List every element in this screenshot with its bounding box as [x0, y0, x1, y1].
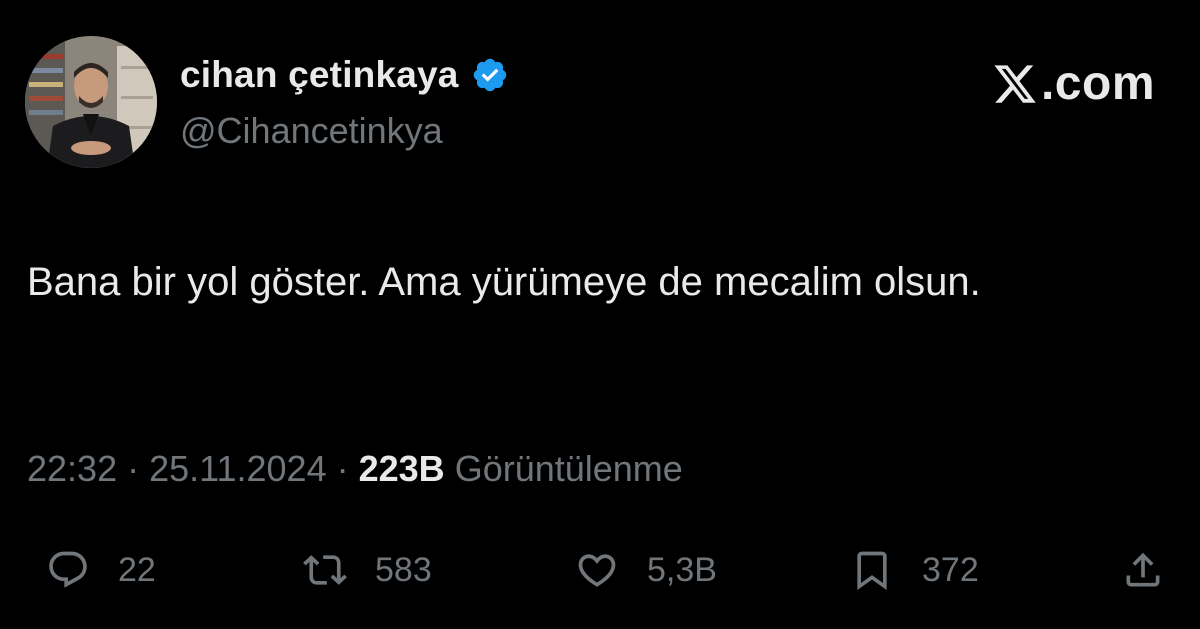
user-name-row: cihan çetinkaya	[180, 52, 509, 98]
reply-icon	[49, 551, 87, 588]
repost-count: 583	[375, 550, 432, 589]
brand-logo: .com	[991, 56, 1155, 111]
display-name[interactable]: cihan çetinkaya	[180, 54, 459, 96]
repost-button[interactable]: 583	[303, 540, 432, 600]
verified-badge-icon	[473, 58, 506, 92]
user-handle[interactable]: @Cihancetinkya	[180, 110, 443, 152]
tweet-text: Bana bir yol göster. Ama yürümeye de mec…	[27, 260, 981, 304]
action-bar: 22 583 5,3B 372	[0, 540, 1200, 600]
tweet-time[interactable]: 22:32	[27, 448, 117, 490]
reply-count: 22	[118, 550, 156, 589]
like-count: 5,3B	[647, 550, 717, 589]
bookmark-icon	[857, 551, 887, 591]
bookmark-button[interactable]: 372	[850, 540, 979, 600]
tweet-meta: 22:32 · 25.11.2024 · 223B Görüntülenme	[27, 448, 683, 490]
tweet-date[interactable]: 25.11.2024	[149, 448, 327, 490]
repost-icon	[303, 555, 347, 585]
x-logo-icon	[994, 64, 1036, 103]
like-button[interactable]: 5,3B	[575, 540, 717, 600]
profile-photo	[25, 36, 157, 168]
brand-domain: .com	[1040, 57, 1155, 110]
meta-separator: ·	[326, 448, 359, 489]
avatar[interactable]	[25, 36, 157, 168]
meta-space	[445, 448, 455, 490]
reply-button[interactable]: 22	[46, 540, 156, 600]
bookmark-count: 372	[922, 550, 979, 589]
heart-icon	[578, 554, 616, 587]
share-button[interactable]	[1121, 540, 1165, 600]
views-label: Görüntülenme	[454, 448, 683, 489]
share-icon	[1126, 552, 1160, 587]
meta-separator: ·	[117, 448, 150, 489]
views-count[interactable]: 223B	[359, 448, 445, 490]
